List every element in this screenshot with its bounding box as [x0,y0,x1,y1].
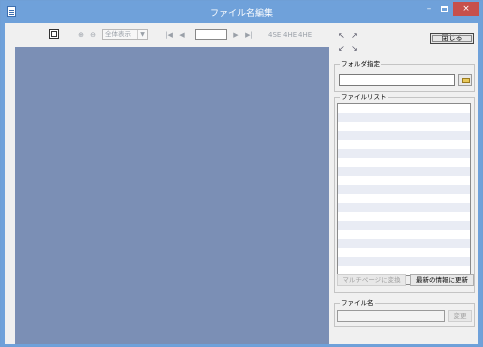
rotate-up-left-button[interactable]: ↖ [336,31,347,41]
last-page-button[interactable]: ▶| [243,29,255,40]
first-page-button[interactable]: |◀ [163,29,175,40]
tool-button-3[interactable]: 4HE [297,29,312,40]
list-item[interactable] [338,230,470,239]
list-item[interactable] [338,239,470,248]
list-item[interactable] [338,194,470,203]
client-area: ⊕ ⊖ 全体表示 ▼ |◀ ◀ ▶ ▶| 4SE 4HE 4HE ↖ ↗ ↙ ↘… [5,23,478,344]
maximize-button[interactable] [437,3,453,17]
maximize-icon [441,6,448,12]
list-item[interactable] [338,203,470,212]
prev-page-button[interactable]: ◀ [177,29,187,40]
fit-page-button[interactable] [49,29,59,39]
chevron-down-icon: ▼ [137,30,147,39]
list-item[interactable] [338,113,470,122]
zoom-select-value: 全体表示 [105,30,131,38]
change-button[interactable]: 変更 [448,310,472,322]
rotate-up-right-button[interactable]: ↗ [349,31,360,41]
close-button[interactable]: 閉じる [430,33,474,44]
rotate-down-right-button[interactable]: ↘ [349,44,360,54]
file-list[interactable] [337,103,471,276]
refresh-button[interactable]: 最新の情報に更新 [410,274,474,286]
list-item[interactable] [338,176,470,185]
window-title: ファイル名編集 [209,9,273,19]
list-item[interactable] [338,140,470,149]
app-window: ファイル名編集 – × ⊕ ⊖ 全体表示 ▼ |◀ ◀ ▶ ▶| 4SE 4HE… [0,0,483,347]
folder-icon [462,78,470,83]
preview-canvas[interactable] [15,47,329,344]
browse-folder-button[interactable] [458,74,472,86]
list-item[interactable] [338,104,470,113]
title-bar[interactable]: ファイル名編集 – × [1,1,482,23]
list-item[interactable] [338,158,470,167]
file-list-group-label: ファイルリスト [340,93,388,102]
tool-button-1[interactable]: 4SE [267,29,281,40]
list-item[interactable] [338,212,470,221]
list-item[interactable] [338,248,470,257]
zoom-select[interactable]: 全体表示 ▼ [102,29,148,40]
list-item[interactable] [338,167,470,176]
folder-path-input[interactable] [339,74,455,86]
rotate-down-left-button[interactable]: ↙ [336,44,347,54]
list-item[interactable] [338,185,470,194]
minimize-button[interactable]: – [421,3,437,17]
multipage-convert-button[interactable]: マルチページに変換 [337,274,406,286]
list-item[interactable] [338,257,470,266]
list-item[interactable] [338,221,470,230]
zoom-out-button[interactable]: ⊖ [88,29,98,40]
next-page-button[interactable]: ▶ [231,29,241,40]
list-item[interactable] [338,149,470,158]
filename-group-label: ファイル名 [340,299,375,308]
zoom-in-button[interactable]: ⊕ [76,29,86,40]
page-number-input[interactable] [195,29,227,40]
filename-input[interactable] [337,310,445,322]
window-close-button[interactable]: × [453,2,479,16]
tool-button-2[interactable]: 4HE [282,29,297,40]
folder-group-label: フォルダ指定 [340,60,381,69]
list-item[interactable] [338,122,470,131]
list-item[interactable] [338,131,470,140]
